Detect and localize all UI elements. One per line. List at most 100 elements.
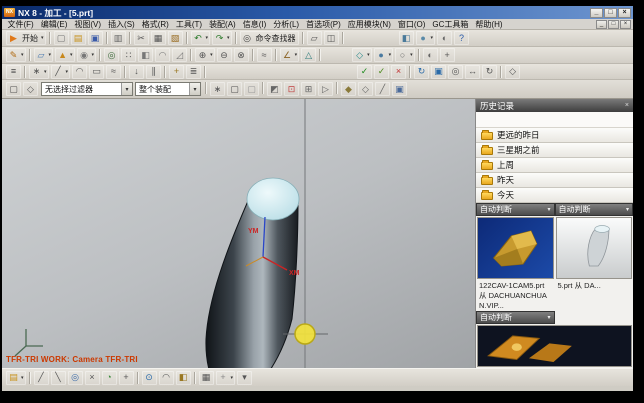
component-filter-icon[interactable]: ▣ (392, 82, 407, 96)
move-object-icon[interactable]: + (439, 48, 455, 62)
rendering-style-icon[interactable]: ● ▾ (373, 48, 394, 62)
grid-icon[interactable]: ▦ (198, 370, 214, 385)
ok-check-icon[interactable]: ✓ (357, 64, 373, 79)
subtract-icon[interactable]: ⊖ (216, 48, 232, 62)
measure-icon[interactable]: ∠ ▾ (279, 48, 300, 62)
cone-part[interactable] (205, 177, 300, 368)
enable-snap-icon[interactable]: ⊙ (141, 370, 157, 385)
wireframe-icon[interactable]: ○ ▾ (395, 48, 415, 62)
open-file-icon[interactable]: ▤ (70, 31, 86, 45)
edge-filter-icon[interactable]: ╱ (375, 82, 390, 96)
menu-item[interactable]: 信息(I) (239, 19, 270, 30)
fit-view-icon[interactable]: ▣ (431, 64, 447, 79)
menu-item[interactable]: 首选项(P) (303, 19, 345, 30)
menu-toggle-icon[interactable]: ≡ (6, 64, 21, 79)
highlight-icon[interactable]: ◩ (267, 82, 282, 96)
mdi-minimize-button[interactable]: _ (596, 19, 607, 29)
chamfer-icon[interactable]: ◿ (172, 48, 188, 62)
history-bottom-combo[interactable]: 自动判断 (476, 311, 555, 325)
redo-icon[interactable]: ↷ ▾ (212, 31, 232, 45)
pan-icon[interactable]: ↔ (465, 64, 481, 79)
help-icon[interactable]: ? (454, 31, 470, 45)
menu-item[interactable]: 帮助(H) (472, 19, 506, 30)
split-screen-icon[interactable]: ◧ (398, 31, 414, 45)
history-folder-row[interactable]: 今天 (476, 188, 633, 203)
sketch-icon[interactable]: ✎ ▾ (6, 48, 26, 62)
combo-arrow-icon[interactable] (189, 83, 200, 95)
menu-item[interactable]: GC工具箱 (429, 19, 472, 30)
edge-blend-icon[interactable]: ◠ (155, 48, 171, 62)
snap-midpoint-icon[interactable]: ╲ (50, 370, 66, 385)
history-item-thumbnail[interactable] (477, 325, 632, 367)
snap-point-toggle-icon[interactable]: ∗ (210, 82, 225, 96)
point-icon[interactable]: ∗ ▾ (29, 64, 49, 79)
line-icon[interactable]: ╱ ▾ (50, 64, 71, 79)
history-folder-row[interactable]: 上周 (476, 158, 633, 173)
polygon-select-icon[interactable]: ▷ (318, 82, 333, 96)
face-filter-icon[interactable]: ◇ (358, 82, 373, 96)
history-item-thumbnail[interactable] (477, 217, 554, 279)
curve-snap-icon[interactable]: ◠ (158, 370, 174, 385)
menu-item[interactable]: 编辑(E) (37, 19, 71, 30)
new-window-icon[interactable]: ▱ (306, 31, 322, 45)
history-folder-row[interactable]: 三星期之前 (476, 143, 633, 158)
refresh-icon[interactable]: ↻ (414, 64, 430, 79)
save-icon[interactable]: ▣ (87, 31, 103, 45)
menu-item[interactable]: 应用模块(N) (344, 19, 394, 30)
sweep-icon[interactable]: ≈ (256, 48, 272, 62)
history-folder-row[interactable]: 昨天 (476, 173, 633, 188)
snap-quadrant-icon[interactable]: ◔ (101, 370, 117, 385)
cancel-icon[interactable]: × (391, 64, 407, 79)
hole-icon[interactable]: ◎ (104, 48, 120, 62)
perspective-icon[interactable]: ◇ (505, 64, 521, 79)
show-hide-icon[interactable]: ◐ (437, 31, 453, 45)
history-panel-header[interactable]: 历史记录 × (476, 99, 633, 112)
combo-arrow-icon[interactable] (121, 83, 132, 95)
history-folder-row[interactable]: 更远的昨日 (476, 128, 633, 143)
create-folder-icon[interactable]: ▤ ▾ (6, 370, 26, 385)
shell-icon[interactable]: ◧ (138, 48, 154, 62)
show-hide-objects-icon[interactable]: ◐ (422, 48, 438, 62)
cascade-windows-icon[interactable]: ◫ (323, 31, 339, 45)
intersect-icon[interactable]: ⊗ (233, 48, 249, 62)
graphics-viewport[interactable]: YM XM TFR-TRI WORK: Camera TFR-TRI (2, 99, 476, 368)
apply-check-icon[interactable]: ✓ (374, 64, 390, 79)
rectangle-icon[interactable]: ▭ (89, 64, 105, 79)
view-orient-icon[interactable]: ◇ ▾ (352, 48, 372, 62)
command-finder-button[interactable]: ◎ 命令查找器 (239, 31, 299, 45)
menu-item[interactable]: 窗口(O) (394, 19, 429, 30)
select-all-icon[interactable]: ▢ (227, 82, 242, 96)
menu-item[interactable]: 装配(A) (206, 19, 240, 30)
menu-item[interactable]: 文件(F) (4, 19, 37, 30)
offset-curve-icon[interactable]: ∥ (146, 64, 162, 79)
layer-settings-icon[interactable]: ≣ (186, 64, 202, 79)
menu-item[interactable]: 格式(R) (138, 19, 172, 30)
start-button[interactable]: ▶ 开始 ▾ (6, 31, 46, 45)
zoom-icon[interactable]: ◎ (448, 64, 464, 79)
spline-icon[interactable]: ≈ (106, 64, 122, 79)
display-mode-icon[interactable]: ● ▾ (415, 31, 436, 45)
history-left-combo[interactable]: 自动判断 (476, 203, 555, 216)
revolve-icon[interactable]: ◉ ▾ (76, 48, 97, 62)
menu-item[interactable]: 视图(V) (71, 19, 105, 30)
copy-icon[interactable]: ▦ (150, 31, 166, 45)
menu-item[interactable]: 分析(L) (270, 19, 303, 30)
maximize-button[interactable]: □ (604, 7, 617, 18)
project-curve-icon[interactable]: ↓ (129, 64, 145, 79)
surface-snap-icon[interactable]: ◧ (175, 370, 191, 385)
mdi-restore-button[interactable]: □ (608, 19, 619, 29)
selection-scope-icon[interactable]: ◇ (23, 82, 38, 96)
deviation-icon[interactable]: △ (301, 48, 317, 62)
snap-center-icon[interactable]: ◎ (67, 370, 83, 385)
unite-icon[interactable]: ⊕ ▾ (195, 48, 215, 62)
new-file-icon[interactable]: ▢ (53, 31, 69, 45)
close-button[interactable]: × (618, 7, 631, 18)
pattern-feature-icon[interactable]: ∷ (121, 48, 137, 62)
solid-body-filter-icon[interactable]: ◆ (341, 82, 356, 96)
wcs-icon[interactable]: + (169, 64, 185, 79)
crossing-window-icon[interactable]: ⊞ (301, 82, 316, 96)
wcs-dynamics-icon[interactable]: + ▾ (215, 370, 236, 385)
extrude-icon[interactable]: ▲ ▾ (55, 48, 75, 62)
mdi-close-button[interactable]: × (620, 19, 631, 29)
history-right-combo[interactable]: 自动判断 (554, 203, 633, 216)
